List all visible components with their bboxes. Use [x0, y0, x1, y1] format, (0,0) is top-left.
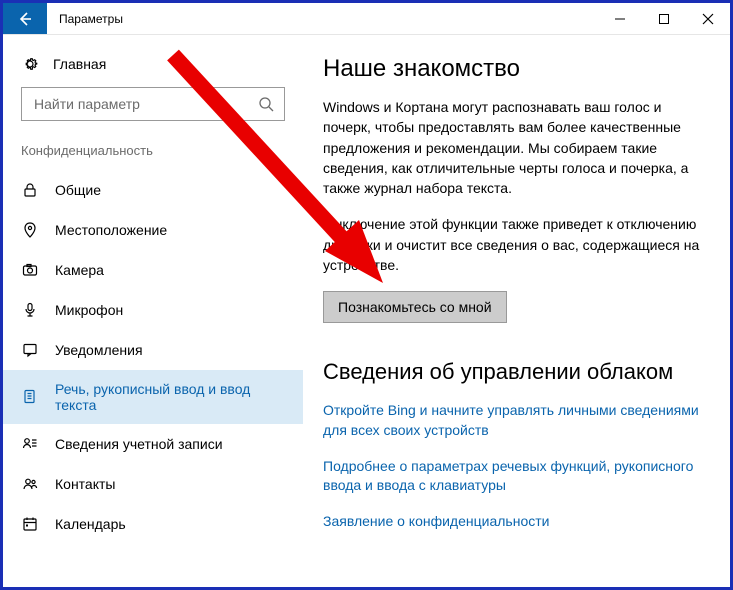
maximize-icon [658, 13, 670, 25]
microphone-icon [21, 301, 39, 319]
sidebar-item-speech[interactable]: Речь, рукописный ввод и ввод текста [3, 370, 303, 424]
arrow-left-icon [17, 11, 33, 27]
sidebar-item-label: Сведения учетной записи [55, 436, 223, 452]
sidebar-item-contacts[interactable]: Контакты [3, 464, 303, 504]
window-title: Параметры [47, 3, 135, 34]
search-input[interactable] [32, 95, 274, 113]
description-paragraph-2: Выключение этой функции также приведет к… [323, 214, 706, 275]
contacts-icon [21, 475, 39, 493]
cloud-management-heading: Сведения об управлении облаком [323, 359, 706, 385]
bing-link[interactable]: Откройте Bing и начните управлять личным… [323, 401, 706, 440]
sidebar-item-label: Уведомления [55, 342, 143, 358]
sidebar-item-calendar[interactable]: Календарь [3, 504, 303, 544]
camera-icon [21, 261, 39, 279]
search-icon [258, 96, 274, 112]
home-nav[interactable]: Главная [3, 49, 303, 87]
sidebar-item-label: Речь, рукописный ввод и ввод текста [55, 381, 285, 413]
minimize-icon [614, 13, 626, 25]
sidebar-item-label: Общие [55, 182, 101, 198]
location-icon [21, 221, 39, 239]
close-button[interactable] [686, 3, 730, 34]
sidebar-item-microphone[interactable]: Микрофон [3, 290, 303, 330]
minimize-button[interactable] [598, 3, 642, 34]
maximize-button[interactable] [642, 3, 686, 34]
sidebar-item-label: Микрофон [55, 302, 123, 318]
titlebar: Параметры [3, 3, 730, 35]
sidebar: Главная Конфиденциальность Общие Местопо… [3, 35, 303, 587]
sidebar-item-account-info[interactable]: Сведения учетной записи [3, 424, 303, 464]
sidebar-section-label: Конфиденциальность [3, 139, 303, 170]
back-button[interactable] [3, 3, 47, 34]
gear-icon [21, 55, 39, 73]
notifications-icon [21, 341, 39, 359]
calendar-icon [21, 515, 39, 533]
home-label: Главная [53, 56, 106, 72]
sidebar-item-camera[interactable]: Камера [3, 250, 303, 290]
sidebar-item-label: Контакты [55, 476, 115, 492]
get-to-know-me-button[interactable]: Познакомьтесь со мной [323, 291, 507, 323]
sidebar-item-location[interactable]: Местоположение [3, 210, 303, 250]
privacy-statement-link[interactable]: Заявление о конфиденциальности [323, 512, 706, 532]
close-icon [702, 13, 714, 25]
lock-icon [21, 181, 39, 199]
page-heading: Наше знакомство [323, 55, 706, 83]
sidebar-item-label: Местоположение [55, 222, 167, 238]
sidebar-item-label: Календарь [55, 516, 126, 532]
sidebar-item-notifications[interactable]: Уведомления [3, 330, 303, 370]
speech-icon [21, 388, 39, 406]
sidebar-item-label: Камера [55, 262, 104, 278]
account-info-icon [21, 435, 39, 453]
main-content: Наше знакомство Windows и Кортана могут … [303, 35, 730, 587]
speech-params-link[interactable]: Подробнее о параметрах речевых функций, … [323, 457, 706, 496]
search-input-wrapper[interactable] [21, 87, 285, 121]
description-paragraph: Windows и Кортана могут распознавать ваш… [323, 97, 706, 198]
sidebar-item-general[interactable]: Общие [3, 170, 303, 210]
